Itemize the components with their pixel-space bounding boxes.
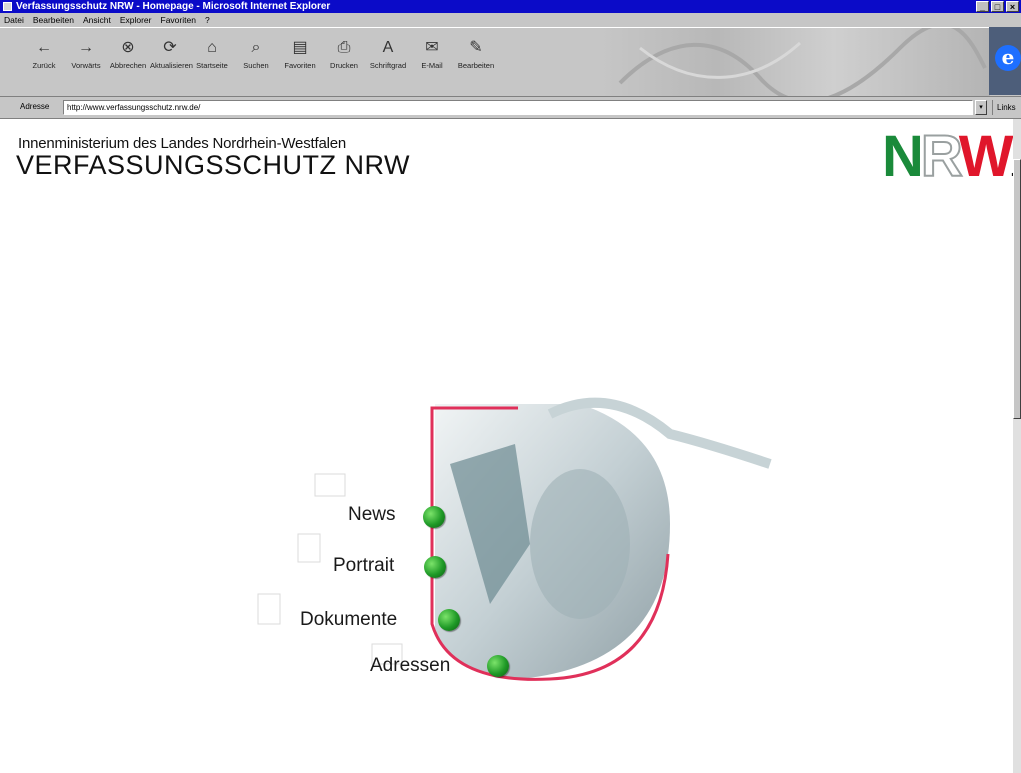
search-button[interactable]: ⌕ Suchen	[236, 38, 276, 90]
page-content: Innenministerium des Landes Nordrhein-We…	[0, 119, 1016, 773]
mail-icon: ✉	[425, 39, 439, 56]
address-dropdown-button[interactable]: ▾	[975, 100, 987, 115]
window-titlebar[interactable]: Verfassungsschutz NRW - Homepage - Micro…	[0, 0, 1021, 13]
forward-arrow-icon: →	[78, 39, 94, 56]
window-controls: _ □ ×	[976, 1, 1019, 12]
maximize-button[interactable]: □	[991, 1, 1004, 12]
portrait-icon	[297, 533, 321, 563]
page-title: VERFASSUNGSSCHUTZ NRW	[16, 150, 411, 180]
address-label: Adresse	[20, 102, 50, 111]
menu-help[interactable]: ?	[205, 13, 210, 27]
nav-dot-dokumente[interactable]	[438, 609, 460, 631]
font-label: Schriftgrad	[369, 61, 407, 70]
scrollbar-thumb[interactable]	[1013, 159, 1021, 419]
nav-link-adressen[interactable]: Adressen	[370, 655, 450, 677]
forward-button[interactable]: → Vorwärts	[66, 38, 106, 90]
refresh-icon: ⟳	[163, 39, 177, 56]
minimize-button[interactable]: _	[976, 1, 989, 12]
menu-bar: Datei Bearbeiten Ansicht Explorer Favori…	[0, 13, 1021, 27]
menu-datei[interactable]: Datei	[4, 13, 24, 27]
back-button[interactable]: ← Zurück	[24, 38, 64, 90]
forward-label: Vorwärts	[71, 61, 101, 70]
toolbar-swirl-graphic	[618, 28, 987, 96]
menu-explorer[interactable]: Explorer	[120, 13, 152, 27]
newspaper-icon	[314, 473, 346, 497]
nrw-logo-r: R	[920, 124, 963, 189]
refresh-button[interactable]: ⟳ Aktualisieren	[150, 38, 193, 90]
nav-link-news[interactable]: News	[348, 504, 396, 526]
refresh-label: Aktualisieren	[150, 61, 193, 70]
edit-button[interactable]: ✎ Bearbeiten	[456, 38, 496, 90]
ie-e-icon: e	[995, 45, 1021, 71]
mail-button[interactable]: ✉ E-Mail	[412, 38, 452, 90]
navigation-graphic	[257, 397, 772, 681]
stop-label: Abbrechen	[109, 61, 147, 70]
nav-dot-news[interactable]	[423, 506, 445, 528]
stop-icon: ⊗	[121, 39, 135, 56]
nav-dot-portrait[interactable]	[424, 556, 446, 578]
home-button[interactable]: ⌂ Startseite	[192, 38, 232, 90]
address-bar: Adresse http://www.verfassungsschutz.nrw…	[0, 97, 1021, 119]
search-icon: ⌕	[251, 39, 261, 56]
print-icon: ⎙	[337, 39, 351, 56]
mail-label: E-Mail	[421, 61, 443, 70]
nav-dot-adressen[interactable]	[487, 655, 509, 677]
edit-label: Bearbeiten	[457, 61, 495, 70]
home-label: Startseite	[196, 61, 228, 70]
menu-bearbeiten[interactable]: Bearbeiten	[33, 13, 74, 27]
search-label: Suchen	[243, 61, 269, 70]
nav-link-dokumente[interactable]: Dokumente	[300, 609, 397, 631]
print-button[interactable]: ⎙ Drucken	[324, 38, 364, 90]
nrw-logo-n: N	[882, 124, 924, 189]
font-button[interactable]: A Schriftgrad	[368, 38, 408, 90]
edit-icon: ✎	[469, 39, 483, 56]
address-input[interactable]: http://www.verfassungsschutz.nrw.de/	[63, 100, 973, 115]
nrw-logo-w: W	[958, 124, 1014, 189]
document-icon	[257, 593, 281, 625]
back-arrow-icon: ←	[36, 39, 52, 56]
font-icon: A	[382, 39, 394, 56]
close-button[interactable]: ×	[1006, 1, 1019, 12]
links-button[interactable]: Links	[992, 100, 1021, 115]
figure-shape	[530, 469, 630, 619]
menu-ansicht[interactable]: Ansicht	[83, 13, 111, 27]
ie-window-icon[interactable]	[3, 2, 12, 11]
ie-throbber-logo: e	[989, 27, 1021, 95]
favorites-icon: ▤	[292, 39, 308, 56]
favorites-button[interactable]: ▤ Favoriten	[280, 38, 320, 90]
toolbar-decoration	[600, 28, 990, 96]
nav-link-portrait[interactable]: Portrait	[333, 555, 394, 577]
home-icon: ⌂	[207, 39, 217, 56]
menu-favoriten[interactable]: Favoriten	[161, 13, 196, 27]
stop-button[interactable]: ⊗ Abbrechen	[108, 38, 148, 90]
nrw-logo[interactable]: NRW.	[882, 127, 1016, 199]
print-label: Drucken	[330, 61, 358, 70]
window-title: Verfassungsschutz NRW - Homepage - Micro…	[16, 1, 331, 12]
favorites-label: Favoriten	[284, 61, 316, 70]
back-label: Zurück	[32, 61, 56, 70]
toolbar: ← Zurück → Vorwärts ⊗ Abbrechen ⟳ Aktual…	[0, 27, 1021, 97]
vertical-scrollbar[interactable]	[1013, 119, 1021, 773]
